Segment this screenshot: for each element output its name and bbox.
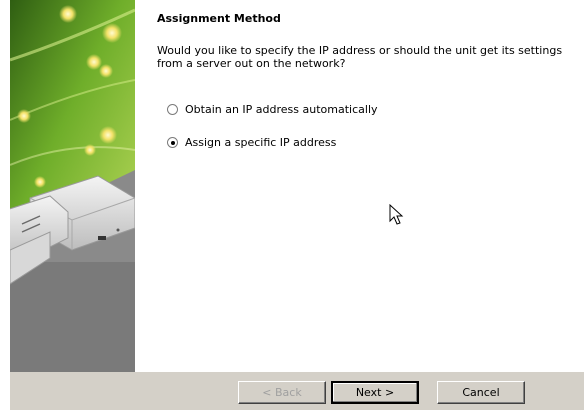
button-bar: < Back Next > Cancel <box>10 372 584 410</box>
wizard-dialog: Assignment Method Would you like to spec… <box>10 0 584 410</box>
next-button[interactable]: Next > <box>331 381 419 404</box>
wizard-banner-image <box>10 0 135 372</box>
radio-button-specific[interactable] <box>167 137 178 148</box>
radio-label-specific: Assign a specific IP address <box>185 136 337 149</box>
radio-option-specific[interactable]: Assign a specific IP address <box>167 136 336 149</box>
mouse-pointer-icon <box>389 204 404 225</box>
radio-option-automatic[interactable]: Obtain an IP address automatically <box>167 103 378 116</box>
radio-button-automatic[interactable] <box>167 104 178 115</box>
radio-label-automatic: Obtain an IP address automatically <box>185 103 378 116</box>
wizard-content: Assignment Method Would you like to spec… <box>135 0 584 372</box>
question-text: Would you like to specify the IP address… <box>157 44 563 70</box>
page-title: Assignment Method <box>157 12 281 25</box>
cancel-button[interactable]: Cancel <box>437 381 525 404</box>
back-button[interactable]: < Back <box>238 381 326 404</box>
